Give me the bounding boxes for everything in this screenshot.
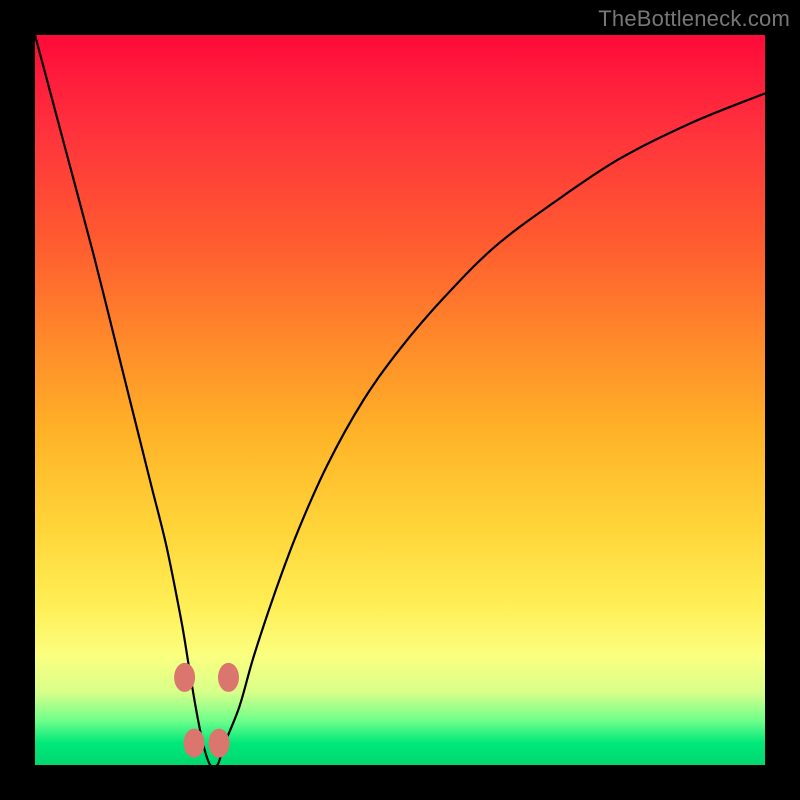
curve-marker [209, 729, 229, 757]
watermark-text: TheBottleneck.com [598, 6, 790, 32]
bottleneck-curve-line [35, 35, 765, 768]
curve-marker [219, 663, 239, 691]
curve-marker [175, 663, 195, 691]
curve-markers [175, 663, 239, 757]
bottleneck-chart [35, 35, 765, 765]
chart-frame [35, 35, 765, 765]
curve-marker [184, 729, 204, 757]
